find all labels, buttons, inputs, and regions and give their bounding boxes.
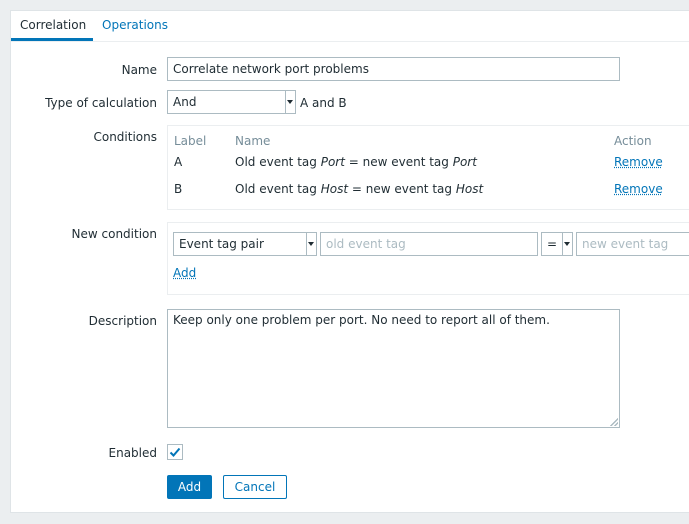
condition-a-remove-link[interactable]: Remove xyxy=(614,155,663,169)
enabled-checkbox[interactable] xyxy=(167,444,183,460)
new-condition-box: Event tag pair old event tag = new event… xyxy=(167,222,689,295)
conditions-header-label: Label xyxy=(174,134,207,148)
conditions-table: Label Name Action A Old event tag Port =… xyxy=(167,125,689,210)
enabled-label: Enabled xyxy=(108,446,158,460)
chevron-down-icon xyxy=(285,91,295,113)
description-textarea[interactable]: Keep only one problem per port. No need … xyxy=(167,309,620,428)
name-input[interactable]: Correlate network port problems xyxy=(167,57,620,81)
checkmark-icon xyxy=(169,447,181,457)
cancel-button[interactable]: Cancel xyxy=(223,475,287,499)
new-condition-label: New condition xyxy=(71,227,157,241)
conditions-label: Conditions xyxy=(93,130,157,144)
condition-b-remove-link[interactable]: Remove xyxy=(614,182,663,196)
chevron-down-icon xyxy=(562,233,572,255)
calc-type-select[interactable]: And xyxy=(167,90,296,114)
operator-value: = xyxy=(547,237,558,251)
chevron-down-icon xyxy=(306,233,316,255)
condition-a-name: Old event tag Port = new event tag Port xyxy=(235,155,477,169)
calc-type-label: Type of calculation xyxy=(45,96,157,110)
resize-grip-icon[interactable] xyxy=(610,418,618,426)
new-event-tag-input[interactable]: new event tag xyxy=(576,232,689,256)
tab-correlation[interactable]: Correlation xyxy=(11,11,93,41)
condition-a-label: A xyxy=(174,155,183,169)
conditions-header-name: Name xyxy=(235,134,271,148)
condition-b-label: B xyxy=(174,182,183,196)
correlation-form-panel: Correlation Operations Name Correlate ne… xyxy=(10,10,689,513)
operator-select[interactable]: = xyxy=(541,232,573,256)
add-button[interactable]: Add xyxy=(167,475,212,499)
old-event-tag-input[interactable]: old event tag xyxy=(320,232,538,256)
calc-type-value: And xyxy=(173,95,197,109)
condition-type-select[interactable]: Event tag pair xyxy=(173,232,317,256)
calc-formula: A and B xyxy=(300,96,347,110)
add-condition-link[interactable]: Add xyxy=(173,266,196,280)
conditions-header-action: Action xyxy=(614,134,652,148)
description-label: Description xyxy=(88,314,157,328)
condition-b-name: Old event tag Host = new event tag Host xyxy=(235,182,484,196)
tab-bar: Correlation Operations xyxy=(11,11,689,42)
tab-operations[interactable]: Operations xyxy=(93,11,177,41)
description-text: Keep only one problem per port. No need … xyxy=(173,313,550,327)
condition-type-value: Event tag pair xyxy=(179,237,264,251)
name-label: Name xyxy=(121,63,157,77)
